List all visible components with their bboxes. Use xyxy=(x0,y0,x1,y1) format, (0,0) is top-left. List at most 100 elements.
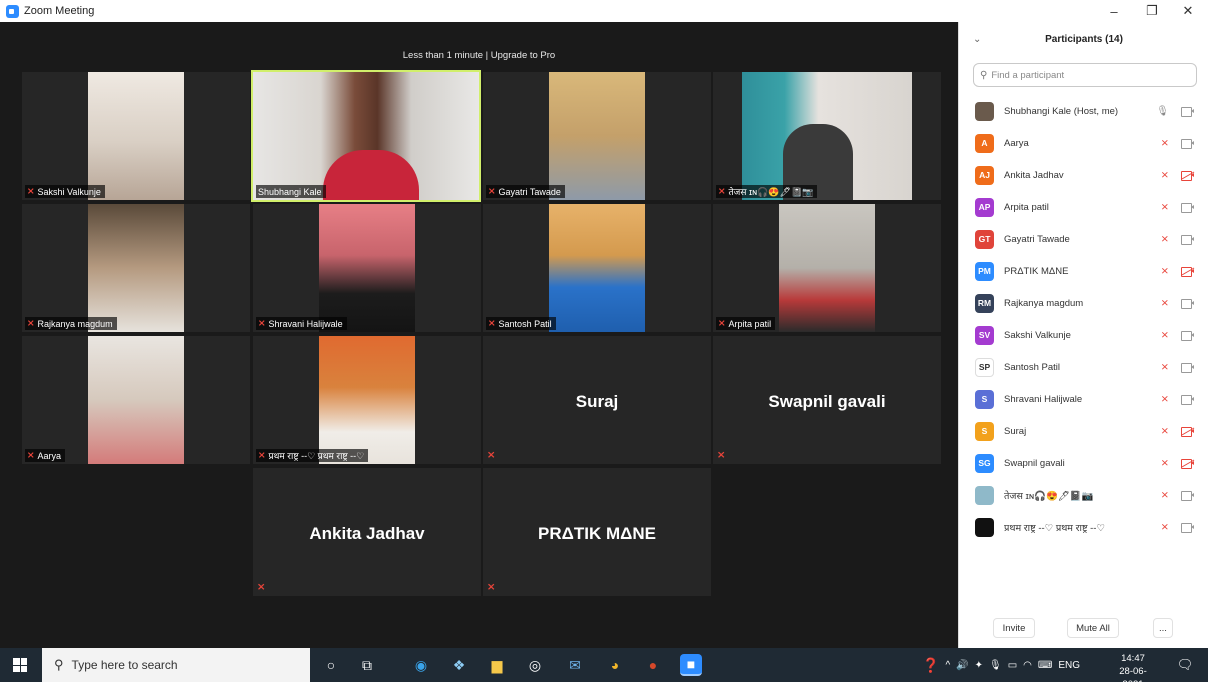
mic-muted-icon[interactable]: ⨯ xyxy=(1161,330,1169,341)
mic-muted-icon[interactable]: ⨯ xyxy=(1161,234,1169,245)
task-view-icon[interactable]: ⧉ xyxy=(356,654,378,676)
video-tile-active-speaker[interactable]: Shubhangi Kale xyxy=(251,70,481,202)
start-button[interactable] xyxy=(0,648,40,682)
invite-button[interactable]: Invite xyxy=(993,618,1035,638)
mic-muted-icon[interactable]: ⨯ xyxy=(1161,458,1169,469)
video-tile[interactable]: ⨯ Santosh Patil xyxy=(483,204,711,332)
video-camera-icon[interactable] xyxy=(1181,330,1195,341)
wifi-icon[interactable]: ◠ xyxy=(1023,660,1032,671)
video-camera-icon[interactable] xyxy=(1181,522,1195,533)
video-tile[interactable]: ⨯ तेजस ɪɴ🎧😍🖊📓📷 xyxy=(713,72,941,200)
mic-muted-icon[interactable]: ⨯ xyxy=(1161,426,1169,437)
mic-muted-icon[interactable]: ⨯ xyxy=(1161,298,1169,309)
video-tile[interactable]: ⨯ Gayatri Tawade xyxy=(483,72,711,200)
video-tile[interactable]: PRΔTIK MΔNE ⨯ xyxy=(483,468,711,596)
participant-search-input[interactable]: ⚲ Find a participant xyxy=(973,63,1197,87)
volume-icon[interactable]: 🔊 xyxy=(956,660,968,671)
participant-row[interactable]: तेजस ɪɴ🎧😍🖊📓📷 ⨯ xyxy=(959,480,1208,510)
search-icon: ⚲ xyxy=(54,657,64,672)
help-icon[interactable]: ❓ xyxy=(922,657,939,674)
mic-muted-icon[interactable]: ⨯ xyxy=(1161,522,1169,533)
participant-name: PRΔTIK MΔNE xyxy=(1004,265,1069,277)
participant-row[interactable]: प्रथम राष्ट्र --♡ प्रथम राष्ट्र --♡ ⨯ xyxy=(959,512,1208,542)
participant-name: Swapnil gavali xyxy=(1004,457,1065,469)
battery-icon[interactable]: ▭ xyxy=(1008,660,1017,671)
video-tile[interactable]: ⨯ Sakshi Valkunje xyxy=(22,72,250,200)
clock[interactable]: 14:47 28-06-2021 xyxy=(1110,652,1156,682)
participant-row[interactable]: RM Rajkanya magdum ⨯ xyxy=(959,288,1208,318)
mic-muted-icon[interactable]: ⨯ xyxy=(1161,394,1169,405)
participant-row[interactable]: S Suraj ⨯ xyxy=(959,416,1208,446)
chrome-icon[interactable]: ◕ xyxy=(604,654,626,676)
keyboard-icon[interactable]: ⌨ xyxy=(1038,660,1052,671)
edge-browser-icon[interactable]: ◉ xyxy=(410,654,432,676)
video-tile[interactable]: ⨯ Shravani Halijwale xyxy=(253,204,481,332)
dropbox-icon[interactable]: ❖ xyxy=(448,654,470,676)
video-camera-icon[interactable] xyxy=(1181,202,1195,213)
participant-avatar: S xyxy=(975,421,994,441)
video-camera-icon[interactable] xyxy=(1181,138,1195,149)
notifications-icon[interactable]: 🗨 xyxy=(1174,654,1196,676)
mic-muted-icon[interactable]: ⨯ xyxy=(1161,138,1169,149)
participant-avatar xyxy=(975,101,994,121)
mic-muted-icon[interactable]: ⨯ xyxy=(1161,490,1169,501)
more-options-button[interactable]: ... xyxy=(1153,618,1173,638)
participant-row[interactable]: AJ Ankita Jadhav ⨯ xyxy=(959,160,1208,190)
participant-row[interactable]: Shubhangi Kale (Host, me) 🎙 xyxy=(959,96,1208,126)
video-off-icon[interactable] xyxy=(1181,458,1195,469)
video-tile[interactable]: ⨯ Arpita patil xyxy=(713,204,941,332)
video-off-icon[interactable] xyxy=(1181,426,1195,437)
participant-row[interactable]: GT Gayatri Tawade ⨯ xyxy=(959,224,1208,254)
language-indicator[interactable]: ENG xyxy=(1058,660,1080,671)
video-camera-icon[interactable] xyxy=(1181,362,1195,373)
powerpoint-icon[interactable]: ● xyxy=(642,654,664,676)
meeting-timer-banner[interactable]: Less than 1 minute | Upgrade to Pro xyxy=(0,50,958,61)
participant-row[interactable]: SG Swapnil gavali ⨯ xyxy=(959,448,1208,478)
taskbar-search-box[interactable]: ⚲ Type here to search xyxy=(42,648,310,682)
participant-name: Shravani Halijwale xyxy=(1004,393,1083,405)
video-off-icon[interactable] xyxy=(1181,170,1195,181)
participant-row[interactable]: PM PRΔTIK MΔNE ⨯ xyxy=(959,256,1208,286)
video-camera-icon[interactable] xyxy=(1181,490,1195,501)
zoom-taskbar-icon[interactable]: ■ xyxy=(680,654,702,676)
mute-all-button[interactable]: Mute All xyxy=(1067,618,1119,638)
participant-name: Rajkanya magdum xyxy=(1004,297,1084,309)
participant-name-placeholder: Suraj xyxy=(575,392,619,411)
name-tag: ⨯ Gayatri Tawade xyxy=(486,185,565,198)
video-tile[interactable]: Suraj ⨯ xyxy=(483,336,711,464)
mic-muted-icon[interactable]: ⨯ xyxy=(1161,170,1169,181)
close-button[interactable]: ✕ xyxy=(1170,0,1206,22)
video-tile[interactable]: Swapnil gavali ⨯ xyxy=(713,336,941,464)
bluetooth-icon[interactable]: ✦ xyxy=(975,660,983,671)
video-camera-icon[interactable] xyxy=(1181,106,1195,117)
video-off-slash xyxy=(1181,171,1195,179)
participant-row[interactable]: A Aarya ⨯ xyxy=(959,128,1208,158)
file-explorer-icon[interactable]: ▆ xyxy=(486,654,508,676)
video-tile[interactable]: ⨯ Aarya xyxy=(22,336,250,464)
mic-muted-icon[interactable]: ⨯ xyxy=(1161,362,1169,373)
mail-icon[interactable]: ✉ xyxy=(564,654,586,676)
participant-row[interactable]: S Shravani Halijwale ⨯ xyxy=(959,384,1208,414)
participant-row[interactable]: AP Arpita patil ⨯ xyxy=(959,192,1208,222)
video-camera-icon[interactable] xyxy=(1181,298,1195,309)
app-icon[interactable]: ◎ xyxy=(524,654,546,676)
microphone-icon[interactable]: 🎙 xyxy=(1156,106,1169,117)
video-off-icon[interactable] xyxy=(1181,266,1195,277)
mic-muted-icon[interactable]: ⨯ xyxy=(1161,266,1169,277)
minimize-button[interactable]: – xyxy=(1096,0,1132,22)
mic-muted-icon[interactable]: ⨯ xyxy=(1161,202,1169,213)
video-off-slash xyxy=(1181,427,1195,435)
video-tile[interactable]: ⨯ Rajkanya magdum xyxy=(22,204,250,332)
video-camera-icon[interactable] xyxy=(1181,234,1195,245)
video-camera-icon[interactable] xyxy=(1181,394,1195,405)
participant-row[interactable]: SV Sakshi Valkunje ⨯ xyxy=(959,320,1208,350)
participant-row[interactable]: SP Santosh Patil ⨯ xyxy=(959,352,1208,382)
participant-name: Arpita patil xyxy=(1004,201,1049,213)
maximize-button[interactable]: ❐ xyxy=(1134,0,1170,22)
microphone-icon[interactable]: 🎙 xyxy=(989,660,1002,671)
show-hidden-icons-icon[interactable]: ^ xyxy=(945,660,950,671)
video-tile[interactable]: ⨯ प्रथम राष्ट्र --♡ प्रथम राष्ट्र --♡ xyxy=(253,336,481,464)
cortana-icon[interactable]: ○ xyxy=(320,654,342,676)
participant-name-placeholder: Ankita Jadhav xyxy=(309,524,425,543)
video-tile[interactable]: Ankita Jadhav ⨯ xyxy=(253,468,481,596)
